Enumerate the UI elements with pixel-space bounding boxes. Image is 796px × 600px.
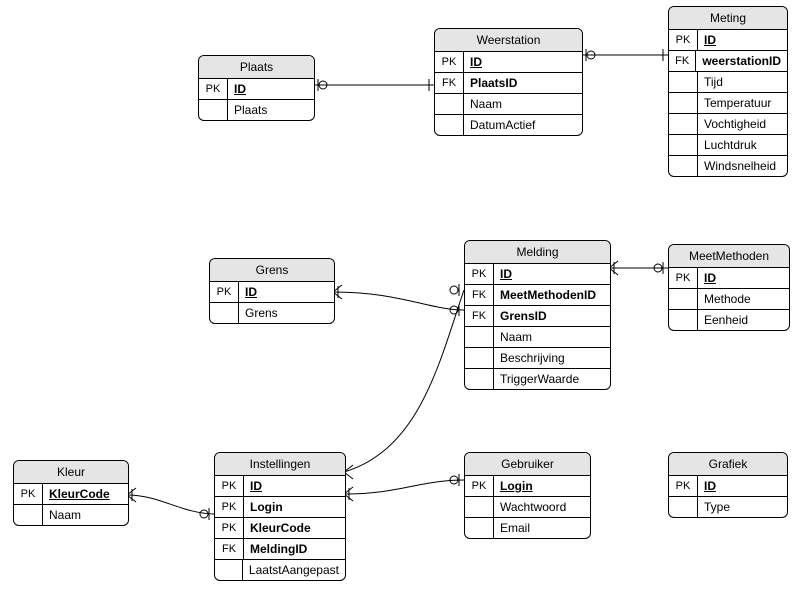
entity-meetmethoden: MeetMethoden PKID Methode Eenheid — [668, 244, 790, 331]
entity-title: Melding — [465, 241, 610, 264]
entity-title: Gebruiker — [465, 453, 590, 476]
entity-title: Instellingen — [215, 453, 345, 476]
entity-meting: Meting PKID FKweerstationID Tijd Tempera… — [668, 6, 788, 177]
entity-kleur: Kleur PKKleurCode Naam — [13, 460, 129, 526]
entity-title: Grafiek — [669, 453, 787, 476]
entity-instellingen: Instellingen PKID PKLogin PKKleurCode FK… — [214, 452, 346, 581]
entity-weerstation: Weerstation PKID FKPlaatsID Naam DatumAc… — [434, 28, 583, 136]
entity-title: Grens — [210, 259, 334, 282]
entity-gebruiker: Gebruiker PKLogin Wachtwoord Email — [464, 452, 591, 539]
entity-plaats: Plaats PKID Plaats — [198, 55, 315, 121]
entity-title: Kleur — [14, 461, 128, 484]
entity-title: Meting — [669, 7, 787, 30]
entity-grafiek: Grafiek PKID Type — [668, 452, 788, 518]
entity-title: MeetMethoden — [669, 245, 789, 268]
entity-title: Plaats — [199, 56, 314, 79]
entity-grens: Grens PKID Grens — [209, 258, 335, 324]
entity-melding: Melding PKID FKMeetMethodenID FKGrensID … — [464, 240, 611, 390]
entity-title: Weerstation — [435, 29, 582, 52]
